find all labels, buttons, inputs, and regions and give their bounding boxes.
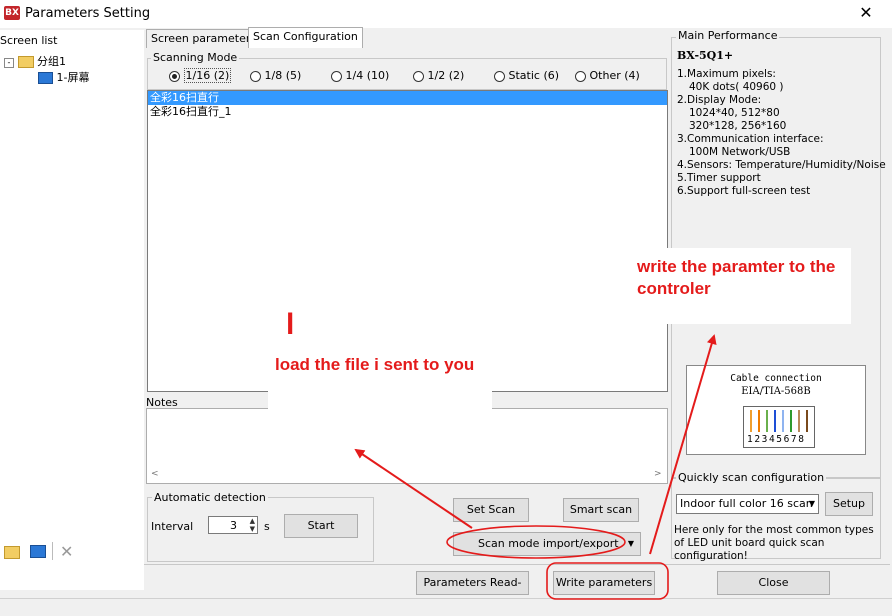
quick-scan-select[interactable]: Indoor full color 16 scan ▼ xyxy=(676,494,819,514)
list-item[interactable]: 全彩16扫直行 xyxy=(148,91,667,105)
perf-line: 40K dots( 40960 ) xyxy=(689,81,784,93)
app-logo-icon: BX xyxy=(4,6,20,20)
scanning-mode-title: Scanning Mode xyxy=(151,51,240,64)
annotation-load-text: load the file i sent to you xyxy=(275,355,475,374)
window-title: Parameters Setting xyxy=(25,6,151,21)
screen-list-label: Screen list xyxy=(0,34,58,47)
quick-scan-title: Quickly scan configuration xyxy=(676,471,827,484)
list-item[interactable]: 全彩16扫直行_1 xyxy=(148,105,667,119)
model-name: BX-5Q1+ xyxy=(677,49,734,62)
interval-label: Interval xyxy=(151,520,194,533)
annotation-mark: l xyxy=(286,308,295,341)
interval-stepper[interactable]: 3 ▲ ▼ xyxy=(208,516,258,534)
radio-icon xyxy=(250,70,261,82)
perf-line: 6.Support full-screen test xyxy=(677,185,811,197)
perf-line: 100M Network/USB xyxy=(689,146,791,158)
scan-option-1-8[interactable]: 1/8 (5) xyxy=(250,69,301,82)
pin-numbers: 12345678 xyxy=(747,434,806,445)
monitor-icon xyxy=(38,72,53,84)
scan-option-label: Other (4) xyxy=(589,69,640,82)
footer-divider xyxy=(144,564,890,565)
quick-scan-value: Indoor full color 16 scan xyxy=(680,497,813,510)
interval-unit: s xyxy=(264,520,270,533)
status-bar xyxy=(0,598,892,613)
rj45-connector-icon: 12345678 xyxy=(743,406,815,448)
perf-line: 3.Communication interface: xyxy=(677,133,824,145)
tree-item-label: 1-屏幕 xyxy=(56,71,90,84)
scan-option-label: Static (6) xyxy=(508,69,560,82)
scan-option-label: 1/2 (2) xyxy=(427,69,465,82)
main-performance-title: Main Performance xyxy=(676,29,780,42)
tree-item-screen[interactable]: 1-屏幕 xyxy=(38,69,89,85)
scan-option-1-2[interactable]: 1/2 (2) xyxy=(413,69,464,82)
perf-line: 4.Sensors: Temperature/Humidity/Noise xyxy=(677,159,886,171)
import-export-label: Scan mode import/export xyxy=(478,537,619,550)
radio-icon xyxy=(413,70,424,82)
interval-value: 3 xyxy=(230,519,237,532)
setup-button[interactable]: Setup xyxy=(825,492,873,516)
quick-scan-note: Here only for the most common types of L… xyxy=(674,524,874,562)
write-parameters-button[interactable]: Write parameters xyxy=(553,571,655,595)
cable-connection-diagram: Cable connection EIA/TIA-568B 12345678 xyxy=(686,365,866,455)
perf-line: 2.Display Mode: xyxy=(677,94,762,106)
perf-line: 5.Timer support xyxy=(677,172,761,184)
scan-option-1-4[interactable]: 1/4 (10) xyxy=(331,69,389,82)
radio-icon xyxy=(494,70,505,82)
folder-icon xyxy=(17,56,34,68)
scan-option-other[interactable]: Other (4) xyxy=(575,69,640,82)
title-bar: BX Parameters Setting ✕ xyxy=(0,0,892,28)
dropdown-arrow-icon: ▼ xyxy=(808,499,815,508)
scroll-right-icon[interactable]: > xyxy=(654,469,662,479)
add-screen-monitor-icon[interactable] xyxy=(30,545,46,558)
scroll-left-icon[interactable]: < xyxy=(151,469,159,479)
perf-line: 1024*40, 512*80 xyxy=(689,107,780,119)
annotation-write-text: write the paramter to the controler xyxy=(637,257,836,298)
tree-item-label: 分组1 xyxy=(37,55,66,68)
collapse-icon[interactable]: - xyxy=(4,58,14,68)
close-button[interactable]: Close xyxy=(717,571,830,595)
cable-standard: EIA/TIA-568B xyxy=(741,386,811,397)
scan-option-label: 1/16 (2) xyxy=(183,68,232,83)
radio-selected-icon xyxy=(169,70,180,82)
scan-import-export-button[interactable]: Scan mode import/export ▼ xyxy=(453,532,641,556)
smart-scan-button[interactable]: Smart scan xyxy=(563,498,639,522)
close-window-icon[interactable]: ✕ xyxy=(856,3,876,23)
scan-option-label: 1/8 (5) xyxy=(264,69,302,82)
auto-detection-title: Automatic detection xyxy=(152,491,268,504)
perf-line: 320*128, 256*160 xyxy=(689,120,787,132)
perf-line: 1.Maximum pixels: xyxy=(677,68,776,80)
toolbar-divider xyxy=(52,542,53,560)
scan-option-1-16[interactable]: 1/16 (2) xyxy=(169,68,232,83)
spin-arrows-icon[interactable]: ▲ ▼ xyxy=(250,517,255,533)
scan-option-static[interactable]: Static (6) xyxy=(494,69,559,82)
cable-title: Cable connection xyxy=(730,373,822,384)
add-group-folder-icon[interactable] xyxy=(4,546,20,559)
tab-screen-parameters[interactable]: Screen parameters xyxy=(146,29,262,48)
tree-item-group[interactable]: - 分组1 xyxy=(4,53,66,69)
radio-icon xyxy=(575,70,586,82)
set-scan-button[interactable]: Set Scan xyxy=(453,498,529,522)
scan-option-label: 1/4 (10) xyxy=(345,69,390,82)
start-button[interactable]: Start xyxy=(284,514,358,538)
screen-list-pane xyxy=(0,30,144,590)
dropdown-arrow-icon: ▼ xyxy=(627,539,634,548)
delete-icon[interactable]: ✕ xyxy=(60,542,73,561)
radio-icon xyxy=(331,70,342,82)
tab-scan-configuration[interactable]: Scan Configuration xyxy=(248,27,363,48)
read-back-button[interactable]: Parameters Read-back xyxy=(416,571,529,611)
